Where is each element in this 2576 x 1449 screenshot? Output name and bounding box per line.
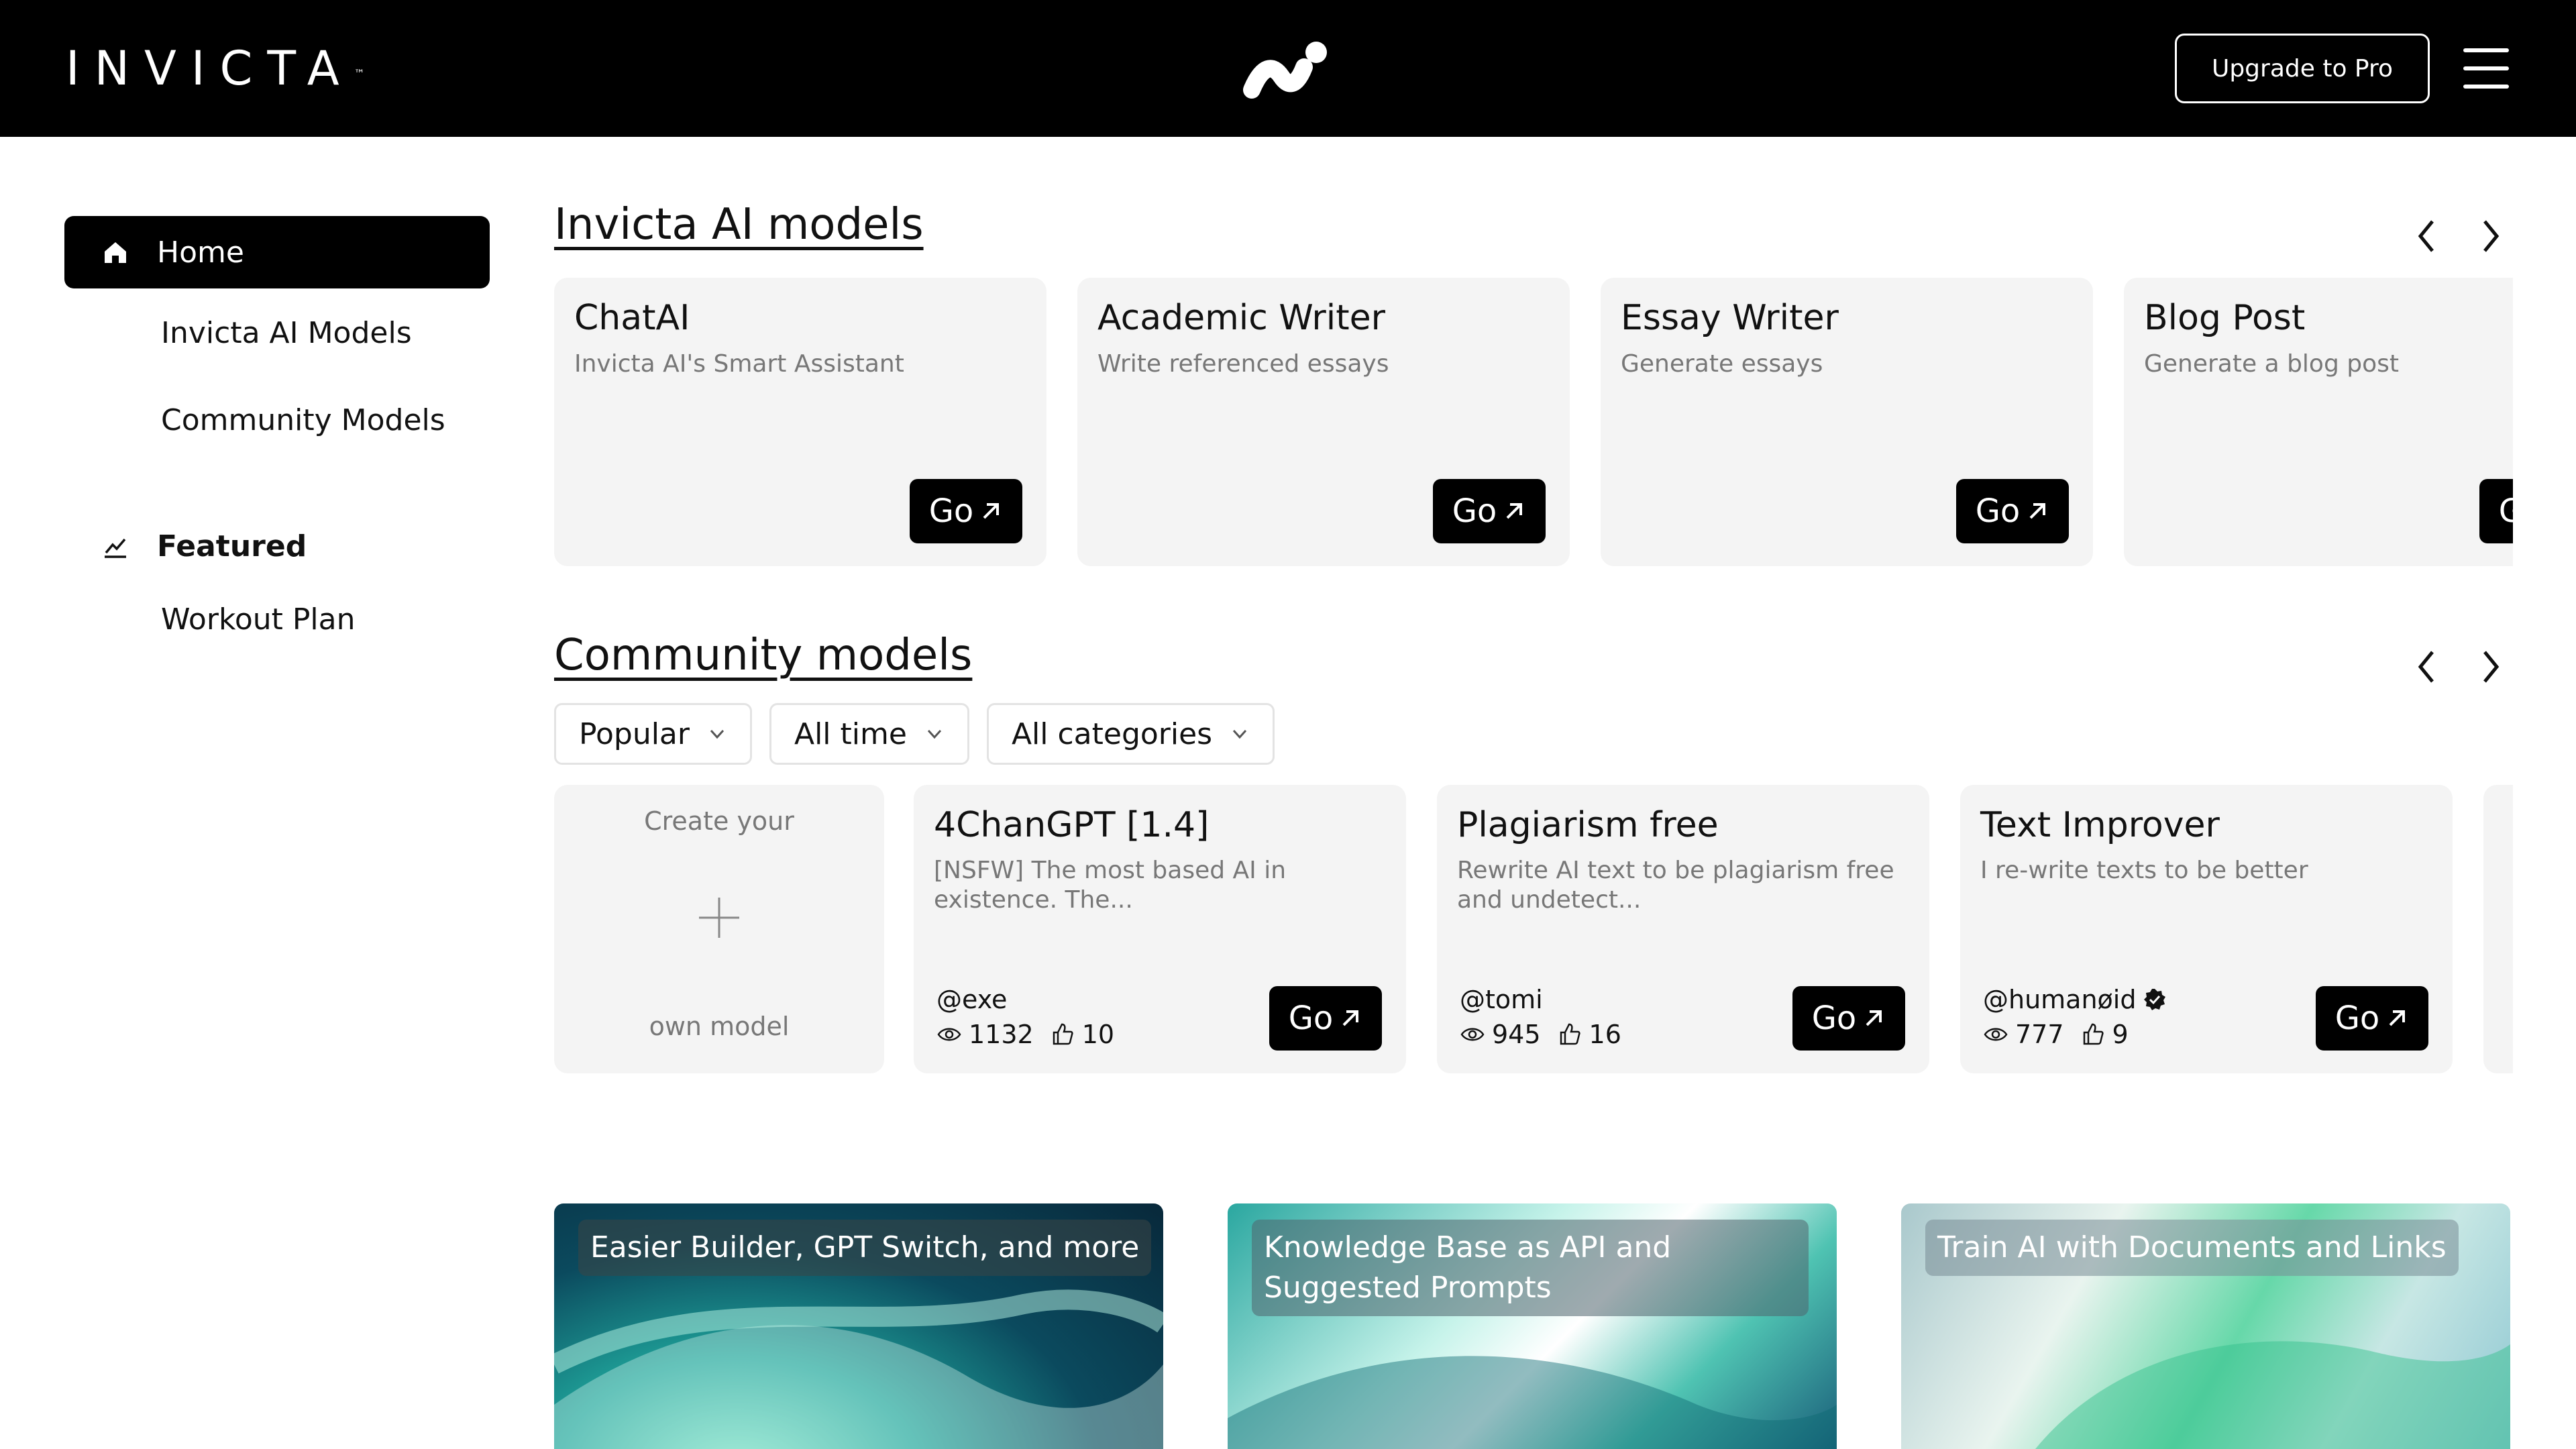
verified-badge-icon [2144,989,2166,1010]
brand-mark-icon[interactable] [1242,38,1330,102]
go-button[interactable]: Go [2479,479,2513,543]
community-card-plagiarism-free[interactable]: Plagiarism free Rewrite AI text to be pl… [1437,785,1929,1073]
promo-banner-builder[interactable]: Easier Builder, GPT Switch, and more [554,1203,1163,1449]
author-handle[interactable]: @exe [936,985,1007,1014]
model-card-academic-writer[interactable]: Academic Writer Write referenced essays … [1077,278,1570,566]
sidebar-item-home[interactable]: Home [64,216,490,288]
like-count: 9 [2112,1020,2129,1049]
sidebar-section-featured: Featured [64,510,490,582]
chevron-down-icon [927,729,942,739]
hamburger-menu-icon[interactable] [2463,48,2509,89]
model-card-title: Plagiarism free [1457,805,1719,845]
community-filters: Popular All time All categories [554,703,1275,765]
model-card-title: 4ChanGPT [1.4] [934,805,1210,845]
create-model-card[interactable]: Create your own model [554,785,884,1073]
upgrade-to-pro-button[interactable]: Upgrade to Pro [2175,34,2430,103]
community-models-carousel: Create your own model 4ChanGPT [1.4] [NS… [554,785,2513,1075]
go-button[interactable]: Go [1269,986,1382,1051]
invicta-logo[interactable]: INVICTA™ [66,42,365,95]
category-dropdown[interactable]: All categories [986,703,1275,765]
chevron-right-icon[interactable] [2471,213,2509,259]
view-count: 1132 [969,1020,1034,1049]
eye-icon [1460,1028,1485,1041]
model-card-desc: Invicta AI's Smart Assistant [574,350,904,378]
invicta-ai-models-heading[interactable]: Invicta AI models [554,200,924,250]
create-model-top-text: Create your [644,806,794,836]
thumbs-up-icon[interactable] [2080,1022,2106,1047]
go-button[interactable]: Go [2316,986,2428,1051]
chevron-left-icon[interactable] [2408,213,2446,259]
arrow-up-right-icon [2029,503,2046,519]
model-card-title: Academic Writer [1097,298,1385,338]
model-card-title: Text Improver [1980,805,2220,845]
sidebar-item-community-models[interactable]: Community Models [64,376,490,464]
sidebar-section-label: Featured [157,529,307,564]
model-card-blog-post[interactable]: Blog Post Generate a blog post Go [2124,278,2513,566]
promo-banner-train-ai[interactable]: Train AI with Documents and Links [1901,1203,2510,1449]
plus-icon [699,898,739,938]
thumbs-up-icon[interactable] [1557,1022,1582,1047]
like-count: 16 [1589,1020,1621,1049]
arrow-up-right-icon [983,503,1000,519]
sidebar-item-label: Community Models [161,402,445,437]
sidebar-item-label: Workout Plan [161,602,356,637]
model-card-title: Essay Writer [1621,298,1839,338]
community-card-4changpt[interactable]: 4ChanGPT [1.4] [NSFW] The most based AI … [914,785,1406,1073]
invicta-models-carousel: ChatAI Invicta AI's Smart Assistant Go A… [554,278,2513,568]
like-count: 10 [1081,1020,1115,1049]
go-button[interactable]: Go [910,479,1022,543]
trend-icon [105,538,126,558]
community-models-heading[interactable]: Community models [554,631,972,680]
go-button[interactable]: Go [1792,986,1905,1051]
chevron-down-icon [710,729,724,739]
thumbs-up-icon[interactable] [1050,1022,1075,1047]
community-card-partial[interactable] [2483,785,2513,1073]
model-card-desc: I re-write texts to be better [1980,857,2308,884]
top-navbar: INVICTA™ Upgrade to Pro [0,0,2576,137]
eye-icon [937,1028,961,1041]
arrow-up-right-icon [1342,1010,1359,1026]
sidebar-item-label: Home [157,235,244,270]
model-card-desc: Rewrite AI text to be plagiarism free an… [1457,857,1894,914]
community-card-text-improver[interactable]: Text Improver I re-write texts to be bet… [1960,785,2453,1073]
arrow-up-right-icon [1866,1010,1882,1026]
arrow-up-right-icon [1506,503,1523,519]
card-stats: 945 16 [1460,1020,1621,1049]
chevron-down-icon [1232,729,1247,739]
sidebar: Home Invicta AI Models Community Models … [64,216,490,656]
eye-icon [1984,1028,2008,1041]
model-card-desc: [NSFW] The most based AI in existence. T… [934,857,1287,914]
go-button[interactable]: Go [1956,479,2069,543]
author-handle[interactable]: @humanøid [1983,985,2167,1014]
card-stats: 1132 10 [936,1020,1114,1049]
sidebar-item-invicta-ai-models[interactable]: Invicta AI Models [64,288,490,377]
card-stats: 777 9 [1983,1020,2129,1049]
promo-banner-knowledge-base[interactable]: Knowledge Base as API and Suggested Prom… [1228,1203,1837,1449]
model-card-desc: Generate essays [1621,350,1823,378]
sidebar-item-workout-plan[interactable]: Workout Plan [64,582,490,656]
sidebar-item-label: Invicta AI Models [161,315,412,350]
view-count: 777 [2015,1020,2064,1049]
invicta-models-carousel-arrows [2408,209,2509,263]
chevron-left-icon[interactable] [2408,644,2446,690]
model-card-chatai[interactable]: ChatAI Invicta AI's Smart Assistant Go [554,278,1046,566]
arrow-up-right-icon [2389,1010,2406,1026]
model-card-title: Blog Post [2144,298,2306,338]
model-card-desc: Generate a blog post [2144,350,2400,378]
model-card-desc: Write referenced essays [1097,350,1389,378]
time-range-dropdown[interactable]: All time [769,703,969,765]
view-count: 945 [1492,1020,1541,1049]
go-button[interactable]: Go [1433,479,1546,543]
chevron-right-icon[interactable] [2471,644,2509,690]
model-card-title: ChatAI [574,298,690,338]
author-handle[interactable]: @tomi [1460,985,1543,1014]
promo-label: Easier Builder, GPT Switch, and more [578,1220,1152,1276]
promo-label: Train AI with Documents and Links [1925,1220,2459,1276]
create-model-bottom-text: own model [649,1012,790,1041]
community-models-carousel-arrows [2408,640,2509,694]
model-card-essay-writer[interactable]: Essay Writer Generate essays Go [1601,278,2093,566]
home-icon [105,242,126,263]
sort-popular-dropdown[interactable]: Popular [554,703,752,765]
promo-label: Knowledge Base as API and Suggested Prom… [1252,1220,1809,1316]
